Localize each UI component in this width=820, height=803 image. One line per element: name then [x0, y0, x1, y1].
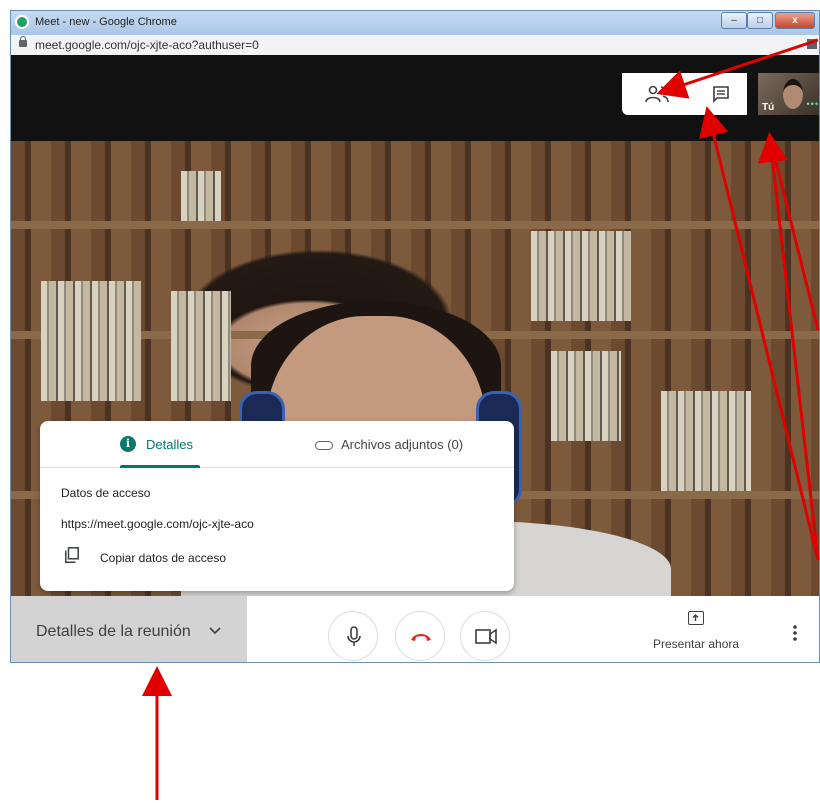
meeting-url[interactable]: https://meet.google.com/ojc-xjte-aco [61, 517, 254, 531]
access-data-heading: Datos de acceso [61, 486, 151, 500]
present-now-label: Presentar ahora [653, 637, 740, 651]
books [181, 171, 221, 221]
books [531, 231, 631, 321]
window-title: Meet - new - Google Chrome [35, 16, 177, 28]
end-call-button[interactable] [395, 611, 445, 661]
tab-details[interactable]: i Detalles [120, 421, 200, 468]
maximize-button[interactable]: □ [747, 12, 773, 29]
browser-window: Meet - new - Google Chrome – □ x meet.go… [10, 10, 820, 663]
details-tabs: i Detalles Archivos adjuntos (0) [40, 421, 514, 468]
tab-attachments-label: Archivos adjuntos (0) [341, 437, 464, 452]
audio-indicator-icon: ••• [806, 99, 819, 109]
close-window-button[interactable]: x [775, 12, 815, 29]
chevron-down-icon [209, 624, 221, 638]
shelf [11, 221, 819, 229]
paperclip-icon [315, 441, 333, 450]
meeting-details-label: Detalles de la reunión [36, 623, 191, 640]
chrome-icon [15, 15, 29, 29]
more-options-icon[interactable] [793, 624, 797, 642]
tab-attachments[interactable]: Archivos adjuntos (0) [315, 421, 495, 467]
lock-icon [19, 36, 27, 47]
address-bar[interactable]: meet.google.com/ojc-xjte-aco?authuser=0 [11, 35, 819, 55]
bottom-controls-bar: Detalles de la reunión Presentar ahora [11, 596, 819, 662]
chat-icon[interactable] [712, 85, 730, 103]
books [41, 281, 141, 401]
window-titlebar: Meet - new - Google Chrome – □ x [11, 11, 819, 35]
minimize-button[interactable]: – [721, 12, 747, 29]
hang-up-icon [411, 634, 431, 641]
copy-icon[interactable] [65, 547, 79, 563]
present-now-button[interactable]: Presentar ahora [641, 596, 741, 662]
self-label: Tú [762, 102, 775, 113]
present-screen-icon [688, 611, 704, 625]
books [171, 291, 231, 401]
books [661, 391, 751, 491]
books [551, 351, 621, 441]
tab-details-label: Detalles [146, 437, 193, 452]
meeting-details-button[interactable]: Detalles de la reunión [11, 596, 247, 662]
camera-indicator-icon[interactable] [807, 39, 817, 49]
active-tab-indicator [120, 465, 200, 468]
people-chat-panel [622, 73, 747, 115]
camera-icon [475, 628, 497, 645]
people-icon[interactable] [644, 85, 670, 103]
self-video-thumbnail[interactable]: Tú ••• [758, 73, 819, 115]
meeting-details-card: i Detalles Archivos adjuntos (0) Datos d… [40, 421, 514, 591]
self-face [783, 79, 803, 109]
camera-button[interactable] [460, 611, 510, 661]
microphone-button[interactable] [328, 611, 378, 661]
microphone-icon [347, 626, 361, 646]
url-text[interactable]: meet.google.com/ojc-xjte-aco?authuser=0 [35, 38, 259, 52]
info-icon: i [120, 436, 136, 452]
copy-access-data-button[interactable]: Copiar datos de acceso [100, 551, 226, 565]
